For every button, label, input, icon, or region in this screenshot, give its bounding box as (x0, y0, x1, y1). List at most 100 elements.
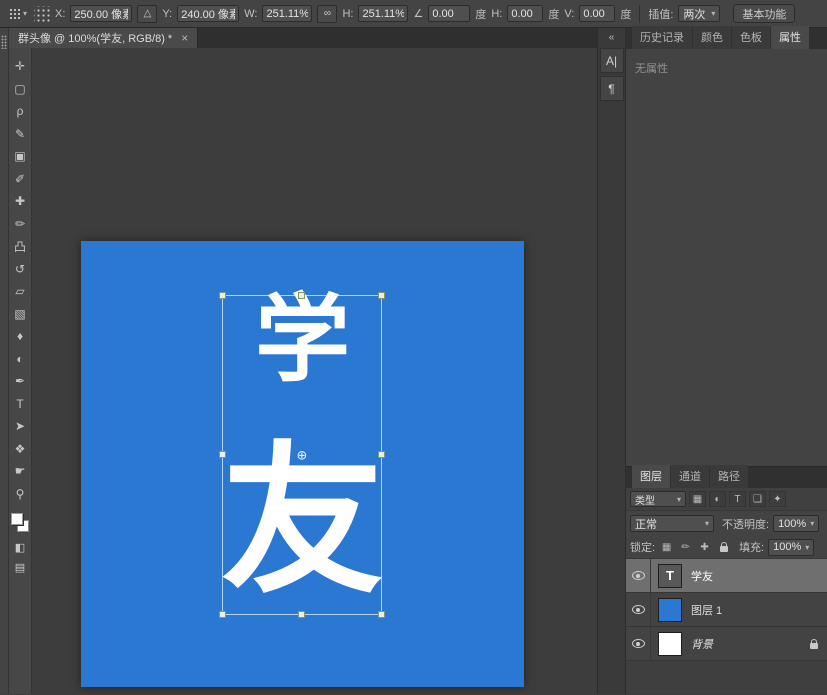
layer-filter-type-value: 类型 (635, 492, 655, 507)
quick-mask-button[interactable]: ◧ (10, 537, 31, 557)
y-label: Y: (162, 8, 172, 20)
canvas-area[interactable]: 学 友 ⊕ (32, 48, 597, 694)
relative-positioning-toggle[interactable]: △ (137, 5, 157, 23)
tab-swatches[interactable]: 色板 (732, 26, 770, 49)
lock-position-icon[interactable]: ✚ (697, 540, 712, 555)
chevron-down-icon: ▾ (677, 495, 681, 504)
lock-all-icon[interactable] (716, 540, 731, 555)
v-skew-unit-label: 度 (620, 6, 631, 22)
visibility-toggle[interactable] (626, 627, 651, 660)
pen-tool[interactable]: ✒ (10, 370, 31, 393)
tab-history[interactable]: 历史记录 (632, 26, 692, 49)
transform-handle-bottom-right[interactable] (378, 611, 385, 618)
visibility-toggle[interactable] (626, 593, 651, 626)
transform-handle-bottom-left[interactable] (219, 611, 226, 618)
lock-image-pixels-icon[interactable]: ✏ (678, 540, 693, 555)
tool-preset-picker[interactable]: ▾ (6, 5, 29, 22)
opacity-input[interactable]: 100% ▾ (773, 515, 819, 532)
interpolation-select[interactable]: 两次 ▾ (678, 5, 720, 22)
foreground-color-swatch[interactable] (11, 513, 23, 525)
text-layer-thumb-glyph: T (666, 568, 674, 583)
transform-handle-top-right[interactable] (378, 292, 385, 299)
rotation-input[interactable] (428, 5, 470, 22)
clone-stamp-tool[interactable]: 凸 (10, 235, 31, 258)
eraser-tool[interactable]: ▱ (10, 280, 31, 303)
v-skew-input[interactable] (579, 5, 615, 22)
chevron-down-icon: ▾ (705, 519, 709, 528)
blur-tool[interactable]: ♦ (10, 325, 31, 348)
layer-row-fill-layer[interactable]: 图层 1 (626, 593, 827, 627)
screen-mode-button[interactable]: ▤ (10, 557, 31, 577)
custom-shape-tool[interactable]: ❖ (10, 438, 31, 461)
layer-row-background[interactable]: 背景 (626, 627, 827, 661)
brush-tool[interactable]: ✏ (10, 213, 31, 236)
tab-layers[interactable]: 图层 (632, 465, 670, 488)
healing-brush-tool[interactable]: ✚ (10, 190, 31, 213)
color-swatches (11, 513, 29, 532)
filter-pixel-layers-icon[interactable]: ▦ (689, 491, 706, 507)
fill-input[interactable]: 100% ▾ (768, 539, 814, 556)
quick-selection-tool[interactable]: ✎ (10, 123, 31, 146)
lasso-tool[interactable]: ρ (10, 100, 31, 123)
tools-dock-grip[interactable] (0, 28, 9, 694)
reference-point-locator-icon[interactable] (34, 6, 50, 22)
transform-handle-middle-left[interactable] (219, 451, 226, 458)
blend-mode-select[interactable]: 正常 ▾ (630, 515, 714, 532)
tab-paths[interactable]: 路径 (710, 465, 748, 488)
character-panel-button[interactable]: A| (600, 48, 624, 73)
type-tool[interactable]: T (10, 393, 31, 416)
panel-tab-bar-bottom: 图层 通道 路径 (626, 467, 827, 488)
layer-row-text-layer[interactable]: T 学友 (626, 559, 827, 593)
hand-tool[interactable]: ☛ (10, 460, 31, 483)
tab-properties[interactable]: 属性 (771, 26, 809, 49)
tab-color[interactable]: 颜色 (693, 26, 731, 49)
filter-type-layers-icon[interactable]: T (729, 491, 746, 507)
transform-bounding-box[interactable]: ⊕ (222, 295, 382, 615)
layer-thumbnail[interactable] (658, 632, 682, 656)
lock-icon (810, 643, 818, 649)
fill-value: 100% (773, 541, 801, 553)
history-brush-tool[interactable]: ↺ (10, 258, 31, 281)
move-tool[interactable]: ✛ (10, 55, 31, 78)
eyedropper-tool[interactable]: ✐ (10, 168, 31, 191)
photoshop-window: ▾ X: △ Y: W: ∞ H: ∠ 度 H: 度 V: 度 插值: 两次 ▾… (0, 0, 827, 695)
rotate-angle-icon: ∠ (413, 7, 423, 20)
transform-handle-middle-right[interactable] (378, 451, 385, 458)
width-input[interactable] (262, 5, 312, 22)
transform-center-point-icon[interactable]: ⊕ (297, 449, 308, 462)
close-icon[interactable]: × (181, 32, 188, 44)
x-input[interactable] (70, 5, 132, 22)
height-input[interactable] (358, 5, 408, 22)
zoom-tool[interactable]: ⚲ (10, 483, 31, 506)
transform-handle-bottom-center[interactable] (298, 611, 305, 618)
interpolation-label: 插值: (648, 6, 673, 22)
expand-panels-icon[interactable]: « (609, 31, 615, 45)
lock-transparent-pixels-icon[interactable]: ▦ (659, 540, 674, 555)
eye-icon (632, 571, 645, 580)
filter-smart-objects-icon[interactable]: ✦ (769, 491, 786, 507)
h-skew-input[interactable] (507, 5, 543, 22)
paragraph-panel-button[interactable]: ¶ (600, 76, 624, 101)
y-input[interactable] (177, 5, 239, 22)
crop-tool[interactable]: ▣ (10, 145, 31, 168)
transform-handle-top-left[interactable] (219, 292, 226, 299)
width-label: W: (244, 8, 257, 20)
tab-channels[interactable]: 通道 (671, 465, 709, 488)
document-tab[interactable]: 群头像 @ 100%(学友, RGB/8) * × (9, 28, 198, 48)
visibility-toggle[interactable] (626, 559, 651, 592)
properties-panel-body: 无属性 (626, 49, 827, 466)
layer-thumbnail[interactable] (658, 598, 682, 622)
path-selection-tool[interactable]: ➤ (10, 415, 31, 438)
layer-thumbnail[interactable]: T (658, 564, 682, 588)
height-label: H: (342, 8, 353, 20)
dodge-tool[interactable]: ◐ (10, 348, 31, 371)
transform-handle-top-center[interactable] (298, 292, 305, 299)
rectangular-marquee-tool[interactable]: ▢ (10, 78, 31, 101)
maintain-aspect-ratio-button[interactable]: ∞ (317, 5, 337, 23)
interpolation-value: 两次 (683, 6, 705, 22)
layer-filter-type-select[interactable]: 类型 ▾ (630, 491, 686, 507)
gradient-tool[interactable]: ▧ (10, 303, 31, 326)
workspace-switcher-button[interactable]: 基本功能 (733, 4, 795, 23)
filter-shape-layers-icon[interactable]: ❏ (749, 491, 766, 507)
filter-adjustment-layers-icon[interactable]: ◐ (709, 491, 726, 507)
